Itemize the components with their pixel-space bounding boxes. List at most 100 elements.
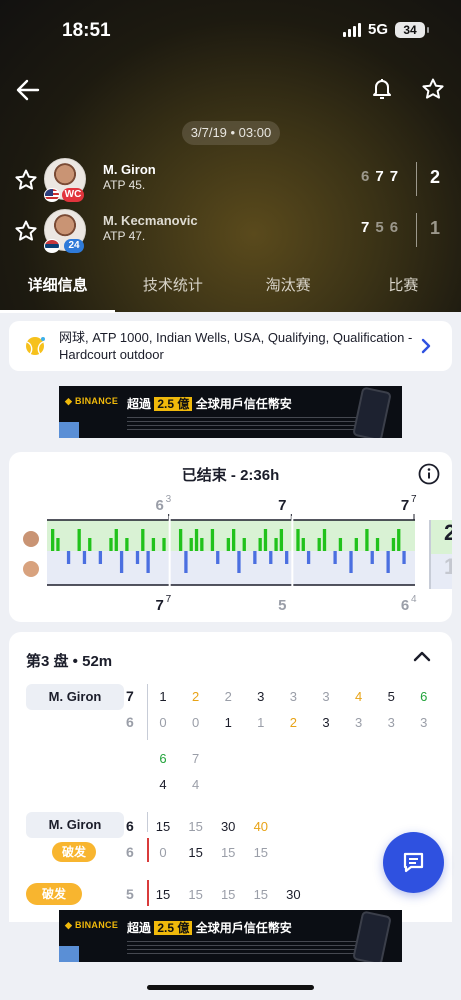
score-divider: [147, 812, 148, 832]
score-cell: 4: [354, 689, 363, 704]
back-arrow-icon[interactable]: [14, 76, 42, 104]
tab-matches[interactable]: 比赛: [346, 266, 461, 312]
score-cell: 15: [220, 887, 236, 902]
home-indicator: [147, 985, 314, 990]
set-title: 第3 盘 • 52m: [26, 653, 113, 670]
score-cell: 5: [387, 689, 395, 704]
chat-icon: [403, 852, 424, 873]
status-indicators: 5G 34: [342, 21, 429, 38]
break-marker: [147, 880, 149, 906]
momentum-bar: [296, 529, 300, 551]
momentum-bar: [146, 551, 150, 573]
momentum-bar: [151, 538, 156, 551]
momentum-bar: [370, 551, 374, 564]
momentum-player-avatar: [23, 561, 39, 577]
score-cell: 0: [159, 845, 167, 860]
momentum-bar: [56, 538, 60, 551]
ad-choices-icon[interactable]: [59, 422, 79, 438]
bell-icon[interactable]: [370, 76, 394, 102]
score-cell: 1: [224, 715, 232, 730]
ad-fine-print: [127, 941, 357, 955]
favorite-star-icon[interactable]: [421, 76, 445, 102]
momentum-bar: [333, 551, 337, 564]
momentum-bar: [184, 551, 188, 573]
momentum-bar: [253, 551, 257, 564]
momentum-bar: [114, 529, 118, 551]
player-row-2[interactable]: 24 M. Kecmanovic ATP 47. 7 5 6 1: [0, 209, 461, 255]
tab-statistics[interactable]: 技术统计: [115, 266, 230, 312]
momentum-bar: [82, 551, 87, 564]
momentum-bar: [200, 538, 204, 551]
ad-choices-icon[interactable]: [59, 946, 79, 962]
set-score-label-top: 7: [401, 497, 409, 514]
momentum-bar: [242, 538, 246, 551]
momentum-bar: [338, 538, 343, 551]
set-score-label-bottom: 7: [155, 597, 163, 614]
momentum-bar: [189, 538, 193, 551]
tennis-ball-icon: [26, 337, 45, 355]
momentum-bar: [194, 529, 199, 551]
set-scores: 6 7 7: [361, 168, 398, 185]
tiebreak-label-top: 7: [411, 494, 417, 505]
status-time: 18:51: [62, 20, 111, 41]
momentum-bar: [210, 529, 215, 551]
tiebreak-label-top: 3: [166, 494, 172, 505]
momentum-side-score-top: 2: [429, 520, 452, 555]
momentum-bar: [216, 551, 220, 564]
favorite-player-star-icon[interactable]: [14, 219, 38, 243]
network-label: 5G: [367, 21, 388, 38]
momentum-bar: [258, 538, 262, 551]
player-row-1[interactable]: WC M. Giron ATP 45. 6 7 7 2: [0, 158, 461, 204]
player-label: M. Giron: [26, 812, 124, 838]
momentum-bar: [354, 538, 358, 551]
ad-headline-pre: 超過: [127, 921, 152, 935]
momentum-bar: [365, 529, 369, 551]
momentum-side-score-bottom: 1: [429, 554, 452, 589]
score-cell: 2: [224, 689, 232, 704]
favorite-player-star-icon[interactable]: [14, 168, 38, 192]
ad-headline-post: 全球用戶信任幣安: [195, 921, 292, 935]
chevron-up-icon[interactable]: [413, 649, 431, 663]
player-rank: ATP 47.: [103, 229, 146, 243]
set-score-bottom: 6: [126, 714, 134, 730]
chevron-right-icon[interactable]: [420, 338, 432, 354]
momentum-bar: [135, 551, 140, 564]
set-score-label-top: 7: [278, 497, 286, 514]
score-cell: 15: [253, 887, 269, 902]
set-detail-card: 第3 盘 • 52m M. Giron 7 6 1 2 2 3 3 3 4 5 6 6 7 0 0 1 1 2…: [9, 632, 452, 922]
ad-headline: 超過 2.5 億 全球用戶信任幣安: [127, 395, 292, 412]
score-cell: 15: [253, 845, 269, 860]
chat-button[interactable]: [383, 832, 444, 893]
momentum-bar: [349, 551, 353, 573]
score-cell: 3: [257, 689, 265, 704]
momentum-bar: [322, 529, 327, 551]
ad-headline-highlight: 2.5 億: [154, 921, 193, 935]
momentum-bar: [375, 538, 380, 551]
set-score: 7: [361, 219, 370, 236]
tab-draw[interactable]: 淘汰赛: [231, 266, 346, 312]
active-tab-indicator: [0, 310, 115, 313]
score-cell: 15: [188, 845, 203, 860]
competition-card[interactable]: 网球, ATP 1000, Indian Wells, USA, Qualify…: [9, 321, 452, 371]
momentum-bar: [263, 529, 268, 551]
set-score: 7: [389, 168, 399, 185]
tiebreak-label-bottom: 7: [166, 594, 172, 605]
score-cell: 2: [289, 715, 297, 730]
momentum-bar: [77, 529, 81, 551]
player-label: M. Giron: [26, 684, 124, 710]
ad-headline: 超過 2.5 億 全球用戶信任幣安: [127, 919, 292, 936]
momentum-bar: [397, 529, 401, 551]
score-cell: 15: [155, 819, 171, 834]
score-cell: 15: [220, 845, 236, 860]
break-badge: 破发: [26, 883, 82, 905]
game-score-top: 6: [126, 818, 134, 834]
seed-badge: 24: [64, 239, 84, 253]
score-divider: [147, 684, 148, 740]
tab-details[interactable]: 详细信息: [0, 266, 115, 312]
player-rank: ATP 45.: [103, 178, 146, 192]
ad-banner-bottom[interactable]: ◆ BINANCE 超過 2.5 億 全球用戶信任幣安: [59, 910, 402, 962]
set-score: 7: [375, 168, 384, 185]
momentum-bar: [178, 529, 183, 551]
ad-banner[interactable]: ◆ BINANCE 超過 2.5 億 全球用戶信任幣安: [59, 386, 402, 438]
momentum-bar: [386, 551, 390, 573]
